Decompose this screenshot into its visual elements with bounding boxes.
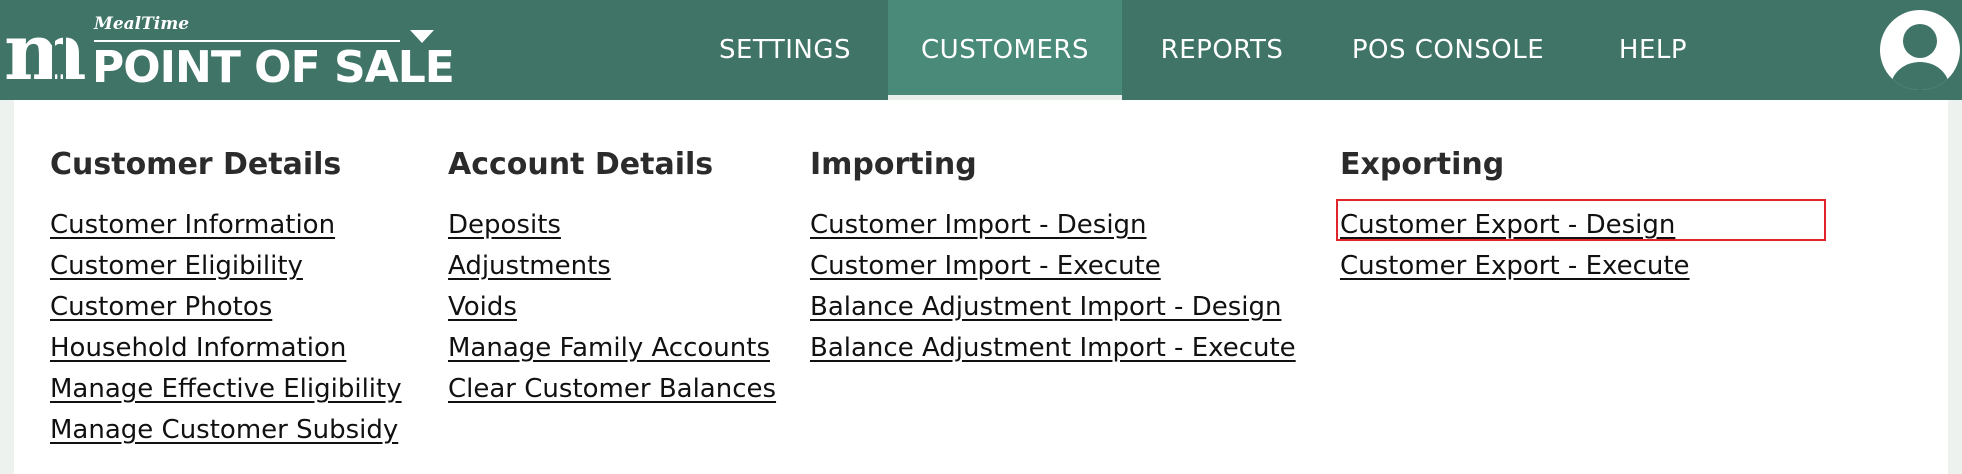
avatar-body: [1891, 62, 1949, 90]
menu-column-importing: Importing Customer Import - Design Custo…: [810, 145, 1296, 363]
link-clear-customer-balances[interactable]: Clear Customer Balances: [448, 369, 776, 410]
mealtime-pos-logo[interactable]: m MealTime POINT OF SALE: [4, 7, 455, 98]
column-title: Exporting: [1340, 147, 1505, 182]
tab-reports[interactable]: REPORTS: [1140, 0, 1304, 100]
link-customer-information[interactable]: Customer Information: [50, 205, 402, 246]
column-links: Customer Information Customer Eligibilit…: [50, 205, 402, 451]
link-adjustments[interactable]: Adjustments: [448, 246, 776, 287]
link-customer-photos[interactable]: Customer Photos: [50, 287, 402, 328]
column-title: Importing: [810, 147, 977, 182]
top-navigation-bar: m MealTime POINT OF SALE SETTINGS CUSTOM…: [0, 0, 1962, 100]
product-name: POINT OF SALE: [92, 42, 455, 93]
link-balance-adjustment-import-execute[interactable]: Balance Adjustment Import - Execute: [810, 328, 1296, 369]
caret-down-icon[interactable]: [410, 30, 434, 43]
link-customer-import-execute[interactable]: Customer Import - Execute: [810, 246, 1296, 287]
highlight-box: [1336, 199, 1826, 241]
tab-pos-console[interactable]: POS CONSOLE: [1340, 0, 1556, 100]
link-customer-eligibility[interactable]: Customer Eligibility: [50, 246, 402, 287]
tab-settings[interactable]: SETTINGS: [690, 0, 880, 100]
fork-icon: [52, 36, 66, 84]
link-balance-adjustment-import-design[interactable]: Balance Adjustment Import - Design: [810, 287, 1296, 328]
tab-customers[interactable]: CUSTOMERS: [888, 0, 1122, 100]
tab-customers-label: CUSTOMERS: [921, 35, 1089, 65]
user-avatar-icon[interactable]: [1880, 10, 1960, 90]
link-voids[interactable]: Voids: [448, 287, 776, 328]
menu-column-customer-details: Customer Details Customer Information Cu…: [50, 145, 402, 445]
column-title: Customer Details: [50, 147, 342, 182]
link-customer-import-design[interactable]: Customer Import - Design: [810, 205, 1296, 246]
column-links: Customer Import - Design Customer Import…: [810, 205, 1296, 369]
link-customer-export-execute[interactable]: Customer Export - Execute: [1340, 246, 1690, 287]
customers-mega-menu: Customer Details Customer Information Cu…: [14, 100, 1948, 474]
menu-column-account-details: Account Details Deposits Adjustments Voi…: [448, 145, 776, 404]
column-links: Deposits Adjustments Voids Manage Family…: [448, 205, 776, 410]
logo-mark-icon: m: [4, 7, 87, 98]
link-manage-effective-eligibility[interactable]: Manage Effective Eligibility: [50, 369, 402, 410]
menu-column-exporting: Exporting Customer Export - Design Custo…: [1340, 145, 1690, 281]
link-deposits[interactable]: Deposits: [448, 205, 776, 246]
link-manage-customer-subsidy[interactable]: Manage Customer Subsidy: [50, 410, 402, 451]
link-manage-family-accounts[interactable]: Manage Family Accounts: [448, 328, 776, 369]
column-title: Account Details: [448, 147, 714, 182]
brand-name: MealTime: [94, 14, 190, 34]
link-household-information[interactable]: Household Information: [50, 328, 402, 369]
avatar-head: [1903, 24, 1937, 58]
tab-help[interactable]: HELP: [1600, 0, 1706, 100]
